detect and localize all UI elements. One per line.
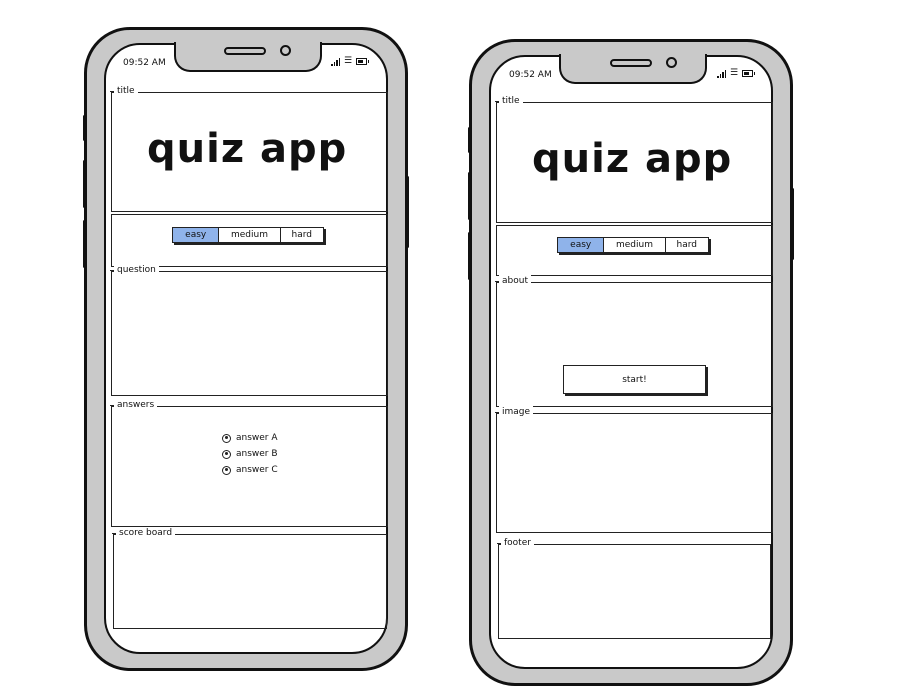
app-title: quiz app — [147, 126, 348, 172]
camera-icon — [280, 45, 291, 56]
difficulty-option-medium[interactable]: medium — [603, 238, 664, 252]
image-panel: image — [494, 406, 773, 533]
answer-label: answer A — [236, 433, 278, 443]
answer-label: answer C — [236, 465, 278, 475]
start-button[interactable]: start! — [563, 365, 706, 394]
speaker-icon — [610, 59, 652, 67]
notch — [174, 42, 322, 72]
answers-panel: answers answer A answer B answer C — [109, 399, 388, 527]
title-panel: title quiz app — [495, 95, 773, 223]
answer-option-b[interactable]: answer B — [222, 446, 278, 462]
question-panel: question — [110, 264, 388, 396]
phone-frame-right: 09:52 AM ☰ title quiz app easy medium ha… — [468, 39, 794, 686]
battery-icon — [356, 58, 370, 65]
difficulty-selector: easy medium hard — [557, 237, 709, 253]
side-button — [468, 127, 471, 153]
camera-icon — [666, 57, 677, 68]
about-panel: about start! — [495, 275, 773, 407]
signal-icon — [331, 58, 340, 66]
panel-legend: answers — [109, 399, 158, 411]
phone-frame-left: 09:52 AM ☰ title quiz app easy medium ha… — [83, 27, 409, 671]
difficulty-option-hard[interactable]: hard — [664, 238, 708, 252]
side-button — [468, 172, 471, 220]
phone-screen-right: 09:52 AM ☰ title quiz app easy medium ha… — [489, 54, 773, 669]
wifi-icon: ☰ — [344, 56, 353, 66]
scoreboard-panel: score board — [111, 527, 387, 629]
answer-label: answer B — [236, 449, 278, 459]
radio-button-icon[interactable] — [222, 449, 231, 459]
side-button — [83, 220, 86, 268]
status-icons: ☰ — [717, 68, 756, 78]
side-button — [83, 115, 86, 141]
status-time: 09:52 AM — [509, 70, 552, 80]
signal-icon — [717, 70, 726, 78]
panel-legend: title — [110, 85, 138, 97]
side-button — [83, 160, 86, 208]
status-icons: ☰ — [331, 56, 370, 66]
wifi-icon: ☰ — [730, 68, 739, 78]
panel-legend: title — [495, 95, 523, 107]
difficulty-option-hard[interactable]: hard — [279, 228, 323, 242]
panel-legend: footer — [497, 537, 534, 549]
phone-screen-left: 09:52 AM ☰ title quiz app easy medium ha… — [104, 42, 388, 654]
radio-button-icon[interactable] — [222, 465, 231, 475]
side-button — [406, 176, 409, 248]
notch — [559, 54, 707, 84]
radio-button-icon[interactable] — [222, 433, 231, 443]
status-time: 09:52 AM — [123, 58, 166, 68]
difficulty-panel: easy medium hard — [111, 214, 388, 267]
app-title: quiz app — [532, 136, 733, 182]
battery-icon — [742, 70, 756, 77]
difficulty-selector: easy medium hard — [172, 227, 324, 243]
difficulty-option-medium[interactable]: medium — [218, 228, 279, 242]
difficulty-option-easy[interactable]: easy — [558, 238, 604, 252]
panel-legend: image — [494, 406, 534, 418]
panel-legend: score board — [111, 527, 176, 539]
difficulty-option-easy[interactable]: easy — [173, 228, 219, 242]
footer-panel: footer — [497, 537, 771, 639]
difficulty-panel: easy medium hard — [496, 225, 773, 276]
answer-options: answer A answer B answer C — [222, 430, 278, 478]
panel-legend: about — [495, 275, 531, 287]
title-panel: title quiz app — [110, 85, 388, 212]
side-button — [791, 188, 794, 260]
answer-option-c[interactable]: answer C — [222, 462, 278, 478]
panel-legend: question — [110, 264, 159, 276]
speaker-icon — [224, 47, 266, 55]
answer-option-a[interactable]: answer A — [222, 430, 278, 446]
side-button — [468, 232, 471, 280]
